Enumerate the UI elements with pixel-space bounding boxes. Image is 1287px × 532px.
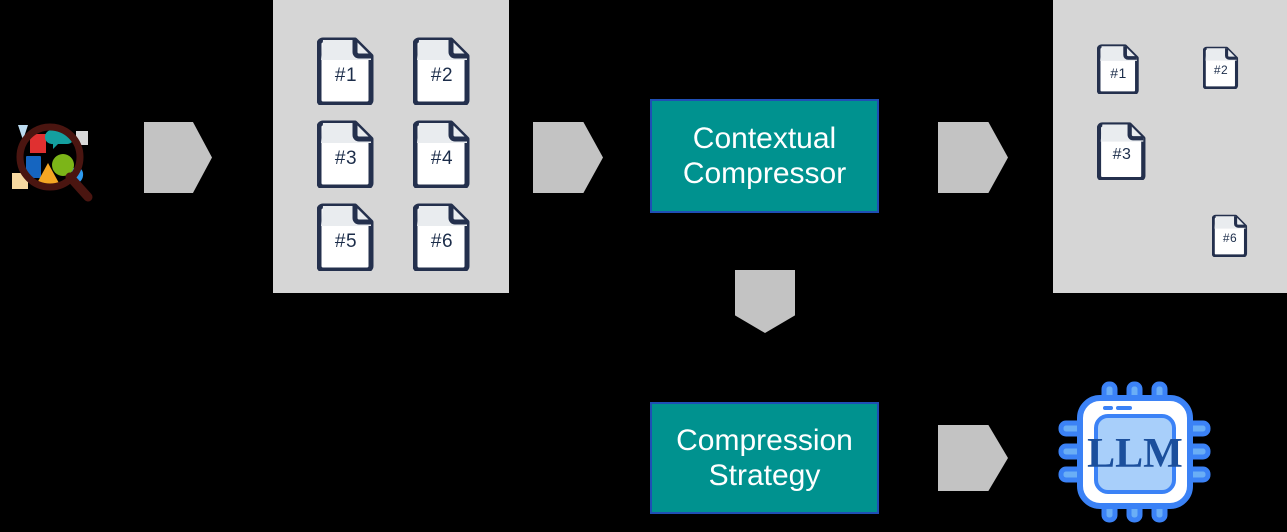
compressed-documents-panel [1053,0,1287,293]
list-item: #3 [1097,122,1147,180]
arrow-compressor-to-strategy [735,270,795,333]
diagram-canvas: #1 #2 #3 #4 #5 #6 Contextual Compressor … [0,0,1287,532]
arrow-compressor-to-output [938,122,1008,193]
list-item: #4 [413,120,471,188]
list-item: #5 [317,203,375,271]
list-item: #1 [317,37,375,105]
list-item: #1 [1097,44,1140,94]
list-item: #3 [317,120,375,188]
list-item: #2 [413,37,471,105]
arrow-documents-to-compressor [533,122,603,193]
contextual-compressor-box[interactable]: Contextual Compressor [650,99,879,213]
list-item: #6 [1212,214,1248,257]
retrieved-documents-panel [273,0,509,293]
arrow-search-to-documents [144,122,212,193]
arrow-strategy-to-llm [938,425,1008,491]
document-search-magnifier-icon [6,113,98,205]
list-item: #6 [413,203,471,271]
llm-chip-label: LLM [1087,431,1183,477]
compression-strategy-box[interactable]: Compression Strategy [650,402,879,514]
llm-chip-icon: LLM [1055,378,1215,526]
list-item: #2 [1203,46,1239,89]
